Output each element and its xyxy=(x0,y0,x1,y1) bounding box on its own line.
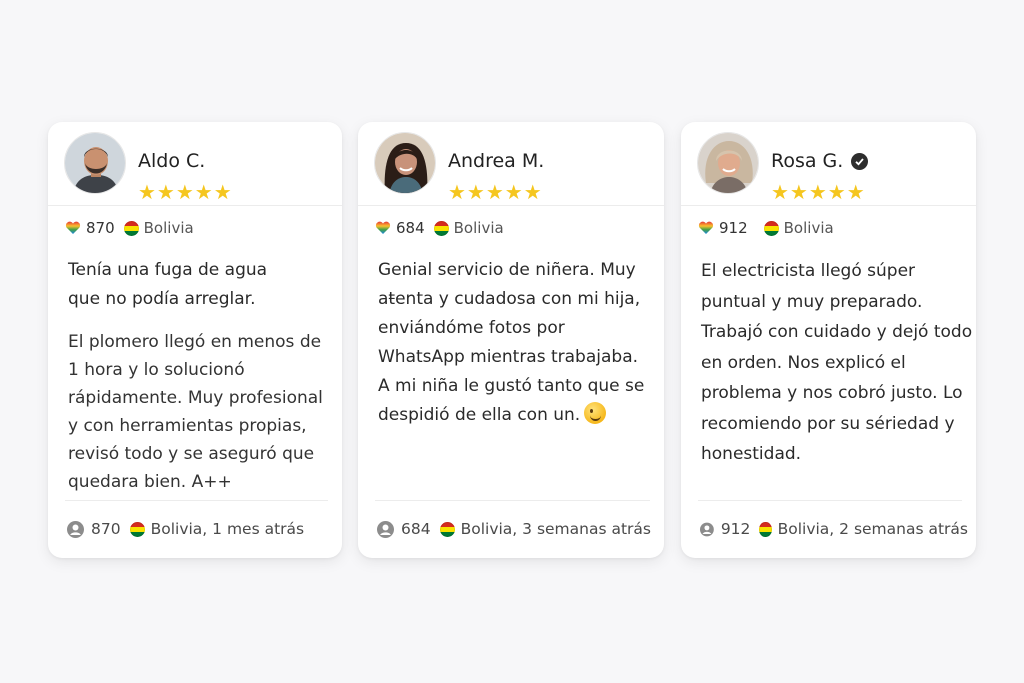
country-label: Bolivia xyxy=(453,219,504,237)
review-text: El electricista llegó súper puntual y mu… xyxy=(701,256,972,484)
review-text: Tenía una fuga de agua que no podía arre… xyxy=(68,256,328,510)
points-count: 870 xyxy=(86,219,115,237)
footer-points: 870 xyxy=(91,520,121,538)
footer-points: 684 xyxy=(401,520,431,538)
user-circle-icon xyxy=(700,522,714,536)
review-header: Andrea M. ★★★★★ xyxy=(374,132,650,204)
star-rating: ★★★★★ xyxy=(138,180,233,204)
review-text: Genial servicio de niñera. Muy aŧenta y … xyxy=(378,256,650,444)
reviewer-name[interactable]: Rosa G. xyxy=(771,150,869,172)
bolivia-flag-icon xyxy=(123,220,139,236)
review-paragraph: El plomero llegó en menos de 1 hora y lo… xyxy=(68,332,323,492)
rainbow-heart-icon xyxy=(65,221,81,234)
winking-face-emoji-icon xyxy=(584,402,607,424)
review-footer: 684 Bolivia, 3 semanas atrás xyxy=(377,518,656,540)
divider xyxy=(375,500,650,501)
review-header: Rosa G. ★★★★★ xyxy=(697,132,962,204)
verified-check-icon xyxy=(851,152,869,170)
bolivia-flag-icon xyxy=(439,521,455,537)
points-count: 912 xyxy=(719,219,748,237)
footer-location-time: Bolivia, 2 semanas atrás xyxy=(777,520,968,538)
review-footer: 870 Bolivia, 1 mes atrás xyxy=(67,518,334,540)
footer-points: 912 xyxy=(720,520,751,538)
avatar[interactable] xyxy=(697,132,759,194)
review-card: Rosa G. ★★★★★ 912 Bolivia El electricist… xyxy=(681,122,976,558)
divider xyxy=(358,205,664,206)
avatar[interactable] xyxy=(374,132,436,194)
reviewer-meta: 870 Bolivia xyxy=(65,217,332,239)
footer-location-time: Bolivia, 3 semanas atrás xyxy=(460,520,651,538)
review-paragraph: Genial servicio de niñera. Muy aŧenta y … xyxy=(378,260,645,425)
divider xyxy=(698,500,962,501)
review-footer: 912 Bolivia, 2 semanas atrás xyxy=(700,518,968,540)
review-paragraph: Tenía una fuga de agua que no podía arre… xyxy=(68,260,268,309)
star-rating: ★★★★★ xyxy=(448,180,543,204)
avatar[interactable] xyxy=(64,132,126,194)
points-count: 684 xyxy=(396,219,425,237)
star-rating: ★★★★★ xyxy=(771,180,866,204)
divider xyxy=(65,500,328,501)
reviewer-name[interactable]: Aldo C. xyxy=(138,150,205,172)
rainbow-heart-icon xyxy=(698,221,714,234)
user-circle-icon xyxy=(67,520,84,538)
bolivia-flag-icon xyxy=(129,521,145,537)
review-card: Aldo C. ★★★★★ 870 Bolivia Tenía una fuga… xyxy=(48,122,342,558)
reviewer-meta: 912 Bolivia xyxy=(698,217,966,239)
reviewer-meta: 684 Bolivia xyxy=(375,217,654,239)
review-paragraph: El electricista llegó súper puntual y mu… xyxy=(701,261,973,464)
rainbow-heart-icon xyxy=(375,221,391,234)
bolivia-flag-icon xyxy=(433,220,449,236)
bolivia-flag-icon xyxy=(763,220,779,236)
review-card: Andrea M. ★★★★★ 684 Bolivia Genial servi… xyxy=(358,122,664,558)
country-label: Bolivia xyxy=(143,219,194,237)
divider xyxy=(48,205,342,206)
reviewer-name[interactable]: Andrea M. xyxy=(448,150,544,172)
bolivia-flag-icon xyxy=(759,521,772,537)
user-circle-icon xyxy=(377,520,394,538)
divider xyxy=(681,205,976,206)
review-header: Aldo C. ★★★★★ xyxy=(64,132,328,204)
country-label: Bolivia xyxy=(783,219,834,237)
footer-location-time: Bolivia, 1 mes atrás xyxy=(150,520,305,538)
